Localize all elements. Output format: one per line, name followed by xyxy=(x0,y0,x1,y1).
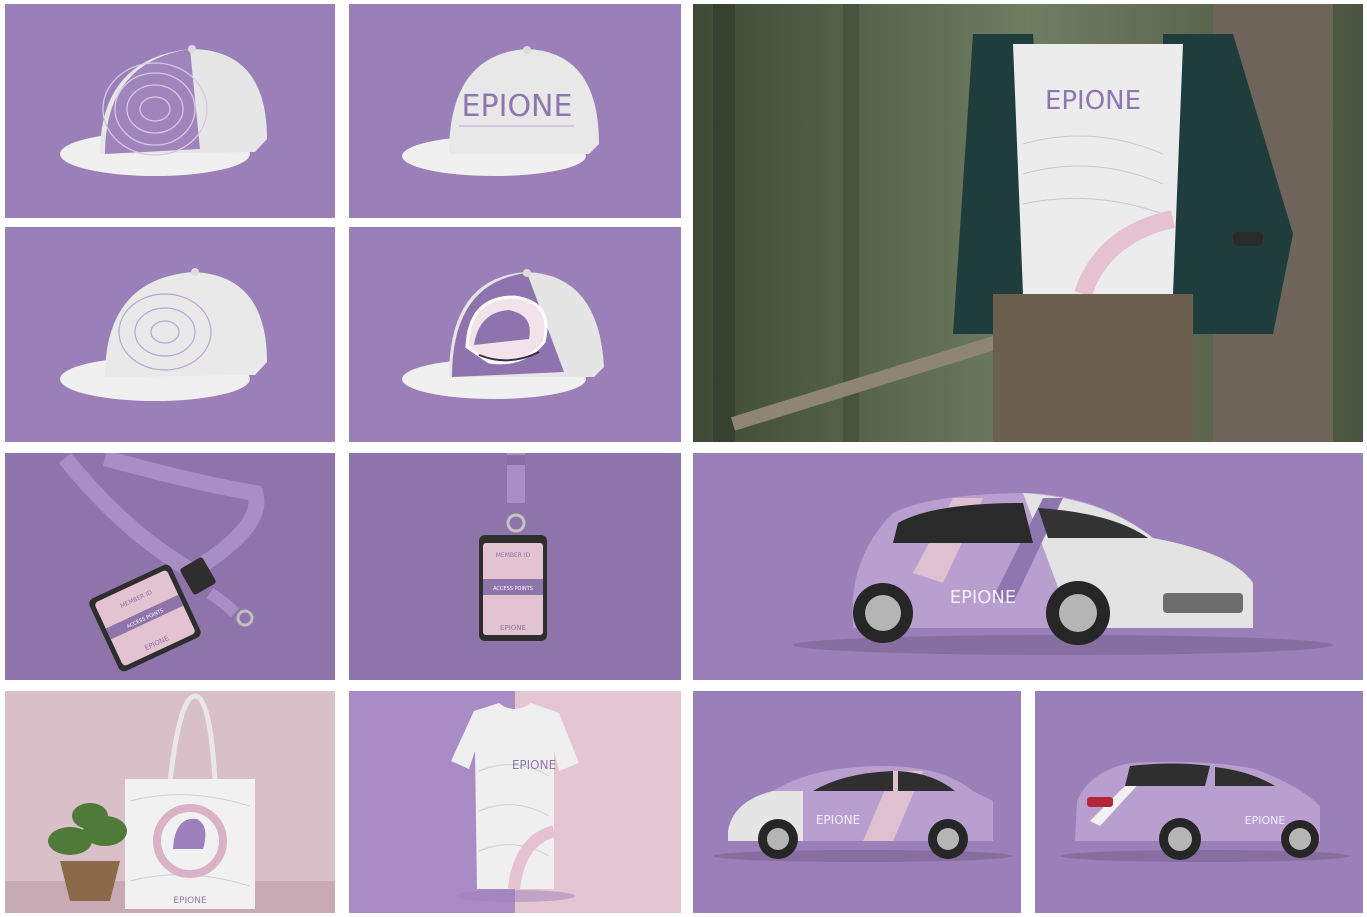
lanyard-flat-tile: MEMBER ID ACCESS POINTS EPIONE xyxy=(5,453,335,680)
tshirt-logo-text: EPIONE xyxy=(1045,86,1141,116)
badge-line-1: MEMBER ID xyxy=(496,552,531,559)
plant-pot-icon xyxy=(60,861,120,901)
tshirt-icon: EPIONE xyxy=(349,691,681,913)
person-icon: EPIONE xyxy=(693,4,1363,442)
cap-logo-tile: EPIONE xyxy=(349,4,681,218)
bag-icon: EPIONE xyxy=(5,691,335,913)
cap-white-tile xyxy=(5,227,335,442)
car-rear-logo: EPIONE xyxy=(1245,814,1286,827)
tshirt-split-logo: EPIONE xyxy=(512,758,556,772)
cap-icon xyxy=(60,268,267,401)
cap-butterfly-tile xyxy=(349,227,681,442)
tshirt-split-tile: EPIONE xyxy=(349,691,681,913)
car-side-logo: EPIONE xyxy=(816,813,860,827)
tote-bag-tile: EPIONE xyxy=(5,691,335,913)
lanyard-icon: MEMBER ID ACCESS POINTS EPIONE xyxy=(58,453,265,672)
car-icon: EPIONE xyxy=(713,766,1013,862)
badge-icon: MEMBER ID ACCESS POINTS EPIONE xyxy=(479,453,547,641)
cap-icon xyxy=(402,269,604,399)
badge-logo: EPIONE xyxy=(500,624,526,632)
car-rear-tile: EPIONE xyxy=(1035,691,1363,913)
forest-model-tile: EPIONE xyxy=(693,4,1363,442)
cap-icon xyxy=(60,45,267,176)
car-front-tile: EPIONE xyxy=(693,453,1363,680)
cap-logo-text: EPIONE xyxy=(462,89,573,124)
badge-line-2: ACCESS POINTS xyxy=(493,586,533,592)
car-icon: EPIONE xyxy=(793,493,1333,655)
tote-logo: EPIONE xyxy=(173,896,207,906)
lanyard-hanging-tile: MEMBER ID ACCESS POINTS EPIONE xyxy=(349,453,681,680)
cap-icon: EPIONE xyxy=(402,46,599,176)
car-front-logo: EPIONE xyxy=(950,587,1017,608)
car-icon: EPIONE xyxy=(1060,761,1350,862)
car-side-tile: EPIONE xyxy=(693,691,1021,913)
cap-contour-tile xyxy=(5,4,335,218)
